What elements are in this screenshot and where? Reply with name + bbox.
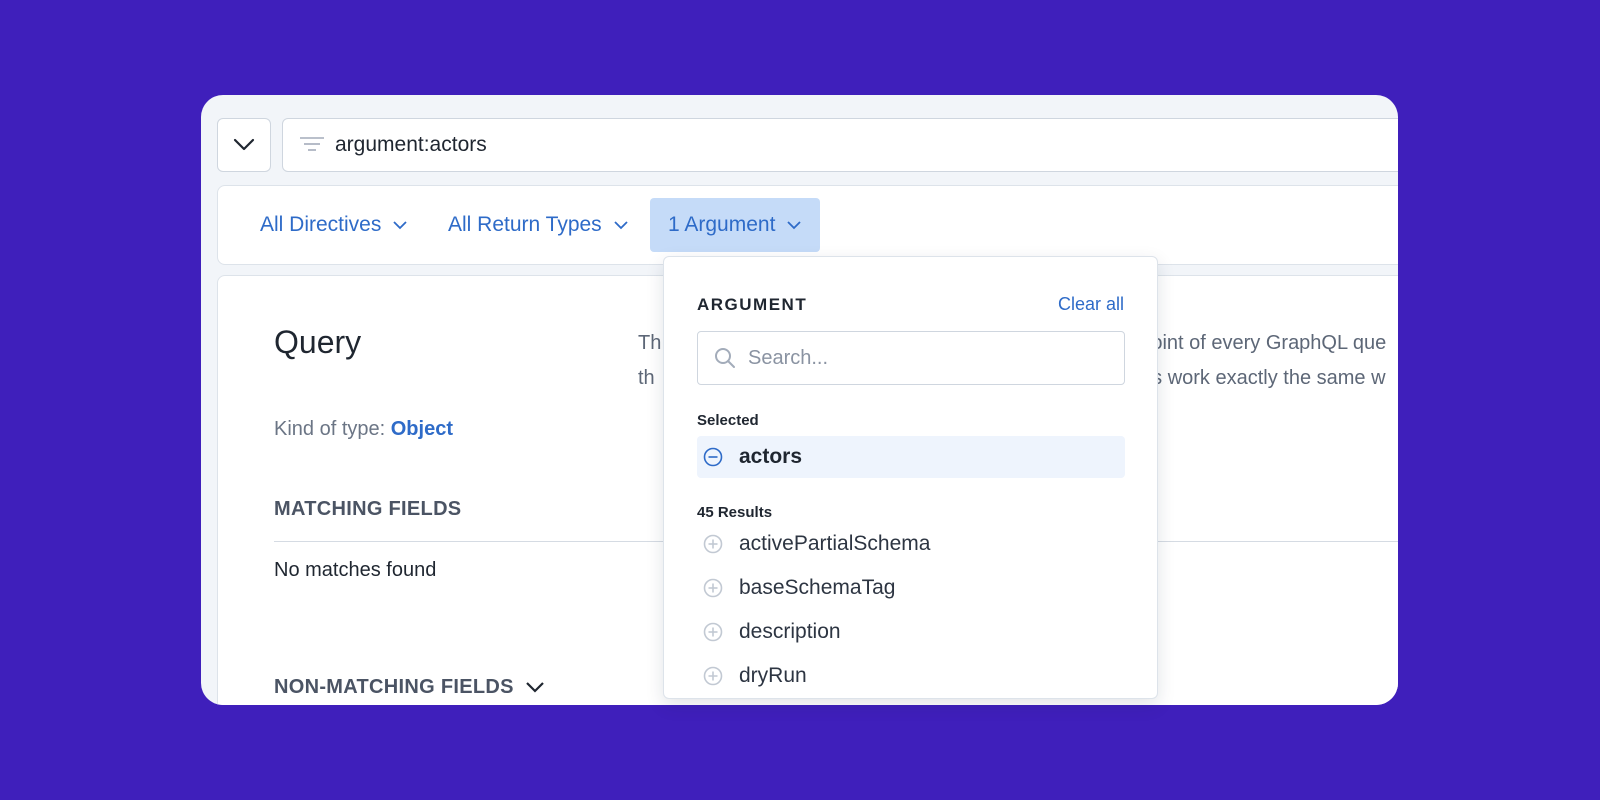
chevron-down-icon <box>614 220 628 229</box>
result-item-label: description <box>739 620 841 643</box>
chevron-down-icon <box>525 682 544 693</box>
add-circle-icon <box>703 578 723 598</box>
selected-item-label: actors <box>739 445 803 468</box>
remove-circle-icon[interactable] <box>703 447 723 467</box>
clear-all-link[interactable]: Clear all <box>1058 294 1124 315</box>
dropdown-heading: ARGUMENT <box>697 295 808 314</box>
directives-filter-button[interactable]: All Directives <box>242 198 425 252</box>
description-line1-end: oint of every GraphQL que <box>1151 332 1387 354</box>
argument-filter-button[interactable]: 1 Argument <box>650 198 820 252</box>
result-item-label: activePartialSchema <box>739 532 931 555</box>
filter-icon <box>300 137 324 151</box>
return-types-filter-button[interactable]: All Return Types <box>430 198 646 252</box>
chevron-down-icon <box>787 220 802 229</box>
search-icon <box>715 348 735 368</box>
chevron-down-icon <box>233 138 255 151</box>
kind-of-type: Kind of type: Object <box>274 418 453 441</box>
description-line2-end: ls work exactly the same w <box>1147 367 1386 389</box>
view-toggle-button[interactable] <box>217 118 271 172</box>
search-query[interactable]: argument:actors <box>335 133 487 157</box>
argument-search-input[interactable] <box>748 346 1108 370</box>
selected-item-row[interactable]: actors <box>697 436 1125 478</box>
argument-dropdown: ARGUMENT Clear all Selected actors 45 Re… <box>663 256 1158 699</box>
return-types-filter-label: All Return Types <box>448 213 602 236</box>
search-bar[interactable]: argument:actors <box>282 118 1398 172</box>
result-item[interactable]: dryRun <box>697 664 807 688</box>
result-item[interactable]: baseSchemaTag <box>697 576 895 600</box>
result-item-label: baseSchemaTag <box>739 576 896 599</box>
argument-search-field[interactable] <box>697 331 1125 385</box>
filter-bar: All Directives All Return Types 1 Argume… <box>217 185 1398 265</box>
result-item-label: dryRun <box>739 664 807 687</box>
matching-fields-header: MATCHING FIELDS <box>274 498 462 520</box>
description-line2-start: th <box>638 367 655 389</box>
result-item[interactable]: activePartialSchema <box>697 532 930 556</box>
kind-label: Kind of type: <box>274 418 386 440</box>
result-item[interactable]: description <box>697 620 841 644</box>
no-matches-text: No matches found <box>274 559 437 581</box>
description-line1-start: Th <box>638 332 662 354</box>
non-matching-fields-toggle[interactable]: NON-MATCHING FIELDS <box>274 676 544 699</box>
type-title: Query <box>274 324 362 360</box>
add-circle-icon <box>703 534 723 554</box>
kind-value-link[interactable]: Object <box>391 418 453 440</box>
argument-filter-label: 1 Argument <box>668 213 776 236</box>
chevron-down-icon <box>393 220 407 229</box>
add-circle-icon <box>703 666 723 686</box>
add-circle-icon <box>703 622 723 642</box>
directives-filter-label: All Directives <box>260 213 382 236</box>
non-matching-fields-header: NON-MATCHING FIELDS <box>274 676 514 698</box>
results-count-label: 45 Results <box>697 504 773 521</box>
selected-label: Selected <box>697 412 759 429</box>
